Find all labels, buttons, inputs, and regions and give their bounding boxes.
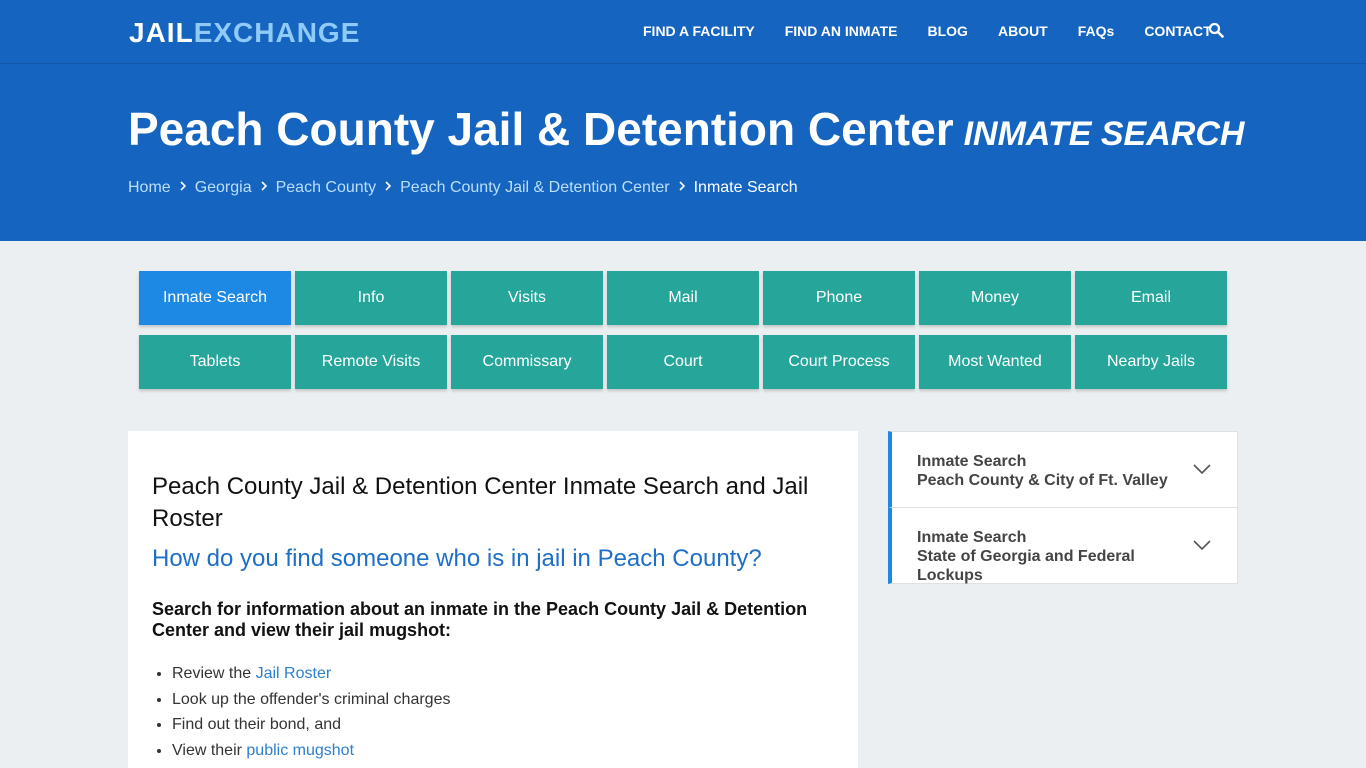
accordion-peach-county[interactable]: Inmate Search Peach County & City of Ft.… [888,431,1238,508]
accordion-title: Inmate Search [917,453,1027,470]
tab-mail[interactable]: Mail [607,271,759,325]
chevron-right-icon [258,179,270,197]
breadcrumb-home[interactable]: Home [128,179,171,197]
tab-inmate-search[interactable]: Inmate Search [139,271,291,325]
sidebar: Inmate Search Peach County & City of Ft.… [888,431,1238,584]
breadcrumb-facility[interactable]: Peach County Jail & Detention Center [400,179,669,197]
accordion-subtitle: Peach County & City of Ft. Valley [917,472,1168,489]
tab-money[interactable]: Money [919,271,1071,325]
accordion-subtitle: State of Georgia and Federal Lockups [917,548,1135,584]
tab-nearby-jails[interactable]: Nearby Jails [1075,335,1227,389]
logo-part-jail: JAIL [129,17,194,48]
tab-most-wanted[interactable]: Most Wanted [919,335,1071,389]
list-item-text: View their [172,741,247,759]
nav-find-facility[interactable]: FIND A FACILITY [643,23,755,39]
nav-faqs[interactable]: FAQs [1078,23,1115,39]
tab-phone[interactable]: Phone [763,271,915,325]
page-title: Peach County Jail & Detention Center INMA… [128,102,1244,156]
tab-visits[interactable]: Visits [451,271,603,325]
list-item: Find out their bond, and [172,712,834,738]
page-title-main: Peach County Jail & Detention Center [128,103,954,155]
top-navbar: JAILEXCHANGE FIND A FACILITY FIND AN INM… [0,0,1366,64]
chevron-down-icon[interactable] [1192,538,1212,552]
content-question: How do you find someone who is in jail i… [152,545,762,572]
breadcrumb-current: Inmate Search [693,179,798,196]
jail-roster-link[interactable]: Jail Roster [256,665,332,682]
tab-court[interactable]: Court [607,335,759,389]
info-list: Review the Jail Roster Look up the offen… [172,661,834,763]
breadcrumb: Home Georgia Peach County Peach County J… [128,179,798,197]
tab-court-process[interactable]: Court Process [763,335,915,389]
tab-tablets[interactable]: Tablets [139,335,291,389]
list-item: Look up the offender's criminal charges [172,687,834,713]
chevron-right-icon [177,179,189,197]
tab-commissary[interactable]: Commissary [451,335,603,389]
search-icon[interactable] [1208,22,1224,38]
content-heading: Peach County Jail & Detention Center Inm… [152,473,809,532]
tab-info[interactable]: Info [295,271,447,325]
main-content-card: Peach County Jail & Detention Center Inm… [128,431,858,768]
tab-email[interactable]: Email [1075,271,1227,325]
breadcrumb-peach-county[interactable]: Peach County [276,179,377,197]
list-item-text: Review the [172,665,256,682]
site-logo[interactable]: JAILEXCHANGE [129,18,360,48]
page-title-subtitle: INMATE SEARCH [963,115,1245,153]
chevron-down-icon[interactable] [1192,462,1212,476]
tab-remote-visits[interactable]: Remote Visits [295,335,447,389]
public-mugshot-link[interactable]: public mugshot [246,742,354,759]
nav-about[interactable]: ABOUT [998,23,1048,39]
accordion-title: Inmate Search [917,529,1027,546]
nav-contact[interactable]: CONTACT [1144,23,1211,39]
list-item: Review the Jail Roster [172,661,834,687]
breadcrumb-georgia[interactable]: Georgia [195,179,252,197]
content-lead: Search for information about an inmate i… [152,599,808,640]
chevron-right-icon [382,179,394,197]
logo-part-exchange: EXCHANGE [193,17,361,48]
chevron-right-icon [676,179,688,197]
hero-banner: Peach County Jail & Detention Center INMA… [0,64,1366,241]
accordion-georgia-federal[interactable]: Inmate Search State of Georgia and Feder… [888,507,1238,584]
nav-find-inmate[interactable]: FIND AN INMATE [785,23,898,39]
nav-blog[interactable]: BLOG [928,23,968,39]
facility-tabs: Inmate Search Info Visits Mail Phone Mon… [139,271,1231,389]
main-nav: FIND A FACILITY FIND AN INMATE BLOG ABOU… [643,22,1242,39]
list-item: View their public mugshot [172,738,834,764]
